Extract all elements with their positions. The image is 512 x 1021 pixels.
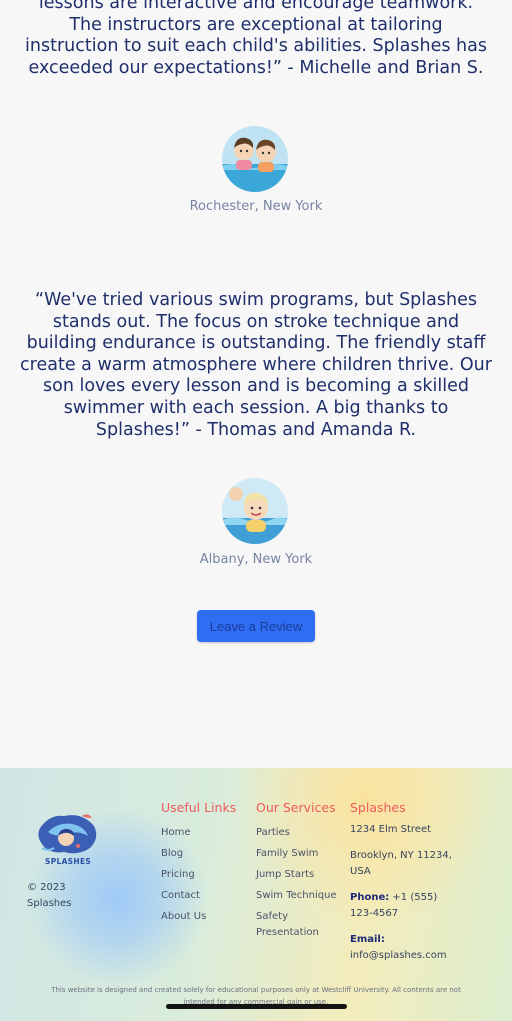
email-address[interactable]: info@splashes.com — [350, 950, 447, 961]
splashes-logo[interactable]: SPLASHES — [34, 808, 100, 868]
service-link-jump-starts[interactable]: Jump Starts — [256, 864, 344, 885]
logo-text: SPLASHES — [45, 857, 92, 866]
service-link-family-swim[interactable]: Family Swim — [256, 843, 344, 864]
site-footer: SPLASHES © 2023 Splashes Useful Links Ho… — [0, 768, 512, 1021]
address-line-1: 1234 Elm Street — [350, 824, 432, 835]
phone-block: Phone: +1 (555) 123-4567 — [350, 890, 460, 922]
testimonial-location-1: Rochester, New York — [189, 199, 323, 214]
phone-label: Phone: — [350, 892, 390, 903]
footer-link-home[interactable]: Home — [161, 822, 236, 843]
testimonial-quote-1: lessons are interactive and encourage te… — [25, 0, 487, 78]
leave-review-button[interactable]: Leave a Review — [197, 610, 315, 642]
email-block: Email: info@splashes.com — [350, 932, 460, 964]
testimonial-avatar-2 — [222, 478, 288, 544]
service-link-safety-presentation[interactable]: Safety Presentation — [256, 909, 344, 941]
home-indicator — [166, 1004, 347, 1009]
useful-links-column: Useful Links Home Blog Pricing Contact A… — [161, 800, 236, 927]
testimonial-quote-2: “We've tried various swim programs, but … — [20, 290, 492, 440]
address-line-2: Brooklyn, NY 11234, USA — [350, 850, 452, 877]
testimonial-avatar-1 — [222, 126, 288, 192]
services-heading: Our Services — [256, 800, 336, 815]
service-link-swim-technique[interactable]: Swim Technique — [256, 885, 344, 906]
footer-link-about-us[interactable]: About Us — [161, 906, 236, 927]
useful-links-heading: Useful Links — [161, 800, 237, 815]
email-label: Email: — [350, 934, 385, 945]
testimonial-location-2: Albany, New York — [199, 552, 313, 567]
footer-link-contact[interactable]: Contact — [161, 885, 236, 906]
copyright-text: © 2023 Splashes — [27, 882, 72, 909]
services-column: Our Services Parties Family Swim Jump St… — [256, 800, 344, 941]
footer-link-blog[interactable]: Blog — [161, 843, 236, 864]
footer-link-pricing[interactable]: Pricing — [161, 864, 236, 885]
contact-column: Splashes 1234 Elm Street Brooklyn, NY 11… — [350, 800, 460, 964]
contact-heading: Splashes — [350, 800, 406, 815]
service-link-parties[interactable]: Parties — [256, 822, 344, 843]
